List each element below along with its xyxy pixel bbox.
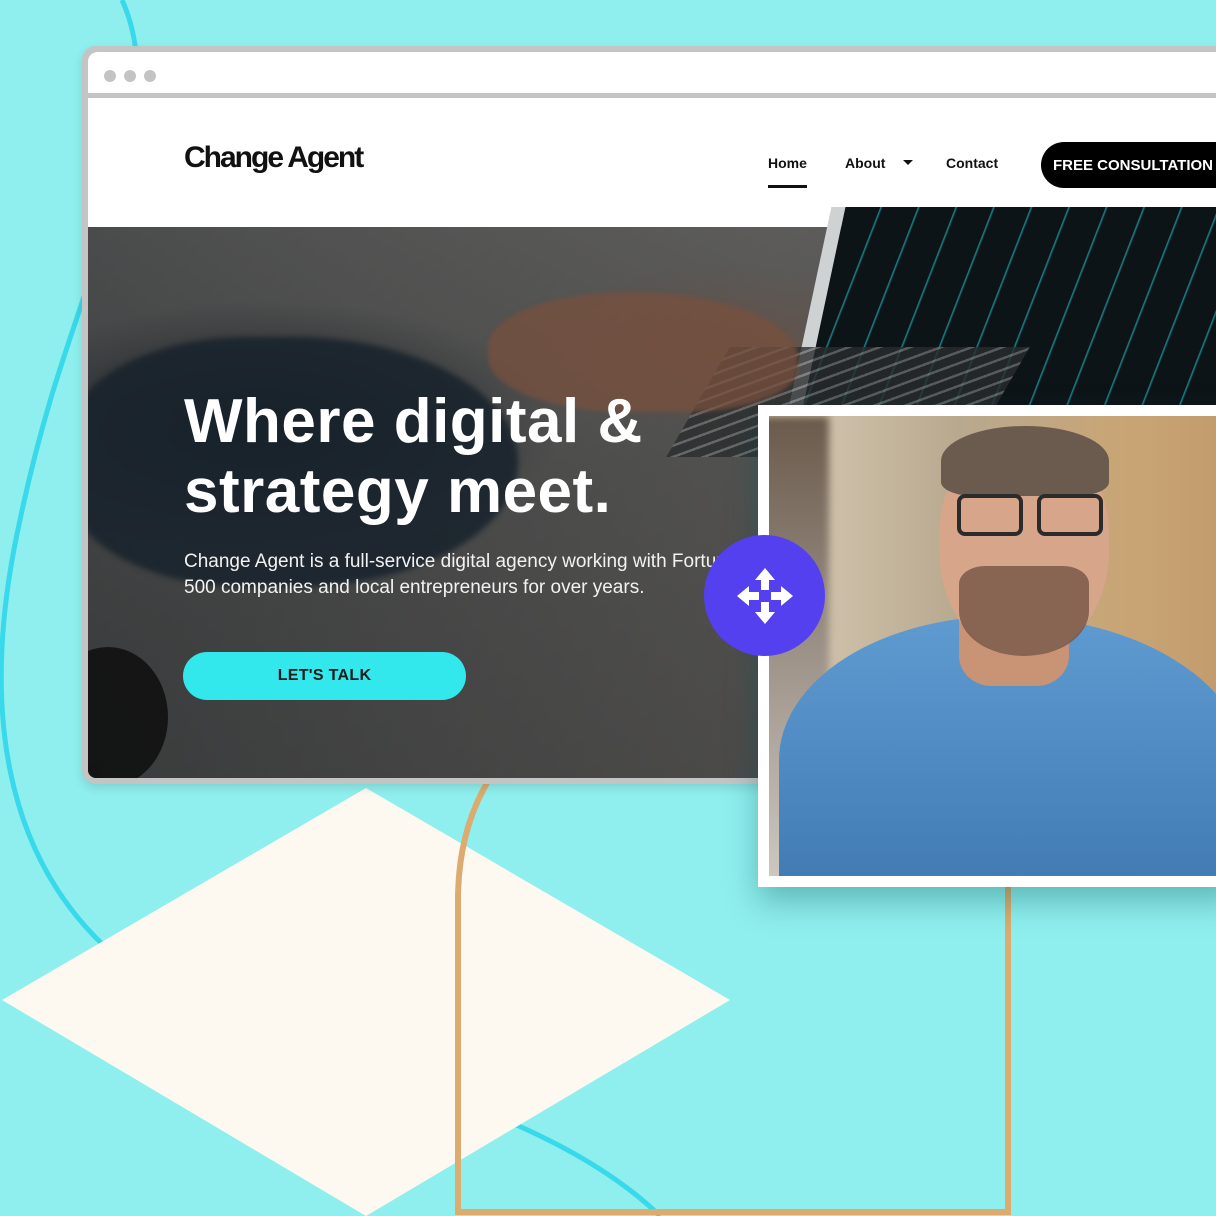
cream-diamond — [2, 788, 730, 1216]
move-arrows-icon — [736, 567, 793, 624]
hero-headline: Where digital & strategy meet. — [184, 387, 643, 527]
portrait-photo — [769, 416, 1216, 876]
nav-contact[interactable]: Contact — [946, 155, 998, 171]
hero-subtext: Change Agent is a full-service digital a… — [184, 551, 738, 598]
photo-hair — [941, 426, 1109, 496]
nav-about-label: About — [845, 155, 886, 171]
free-consultation-button[interactable]: FREE CONSULTATION — [1041, 142, 1216, 188]
photo-beard — [959, 566, 1089, 656]
nav-contact-label: Contact — [946, 155, 999, 171]
site-logo[interactable]: Change Agent — [184, 141, 364, 175]
nav-about[interactable]: About — [845, 155, 914, 171]
active-underline — [768, 185, 807, 188]
glasses-icon — [957, 494, 1117, 544]
move-handle-button[interactable] — [704, 535, 825, 656]
nav-home[interactable]: Home — [768, 155, 807, 188]
window-dot-icon[interactable] — [124, 70, 136, 82]
photo-card[interactable] — [758, 405, 1216, 887]
caret-down-icon — [903, 160, 914, 165]
headline-line-2: strategy meet. — [184, 457, 612, 526]
browser-titlebar — [88, 52, 1216, 98]
window-dot-icon[interactable] — [104, 70, 116, 82]
hero-shadow — [88, 647, 168, 778]
nav-home-label: Home — [768, 155, 807, 171]
window-dot-icon[interactable] — [144, 70, 156, 82]
headline-line-1: Where digital & — [184, 387, 643, 456]
lets-talk-button[interactable]: LET'S TALK — [183, 652, 466, 700]
